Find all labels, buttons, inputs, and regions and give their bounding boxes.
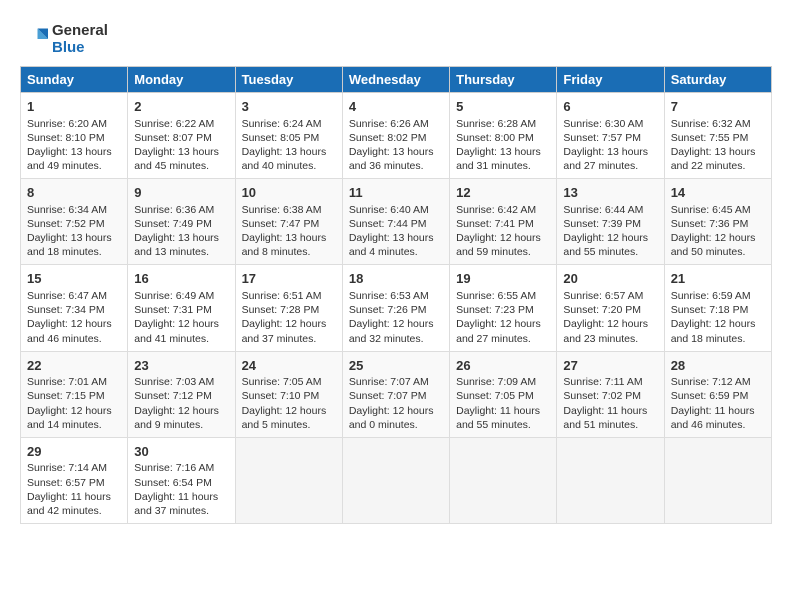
calendar-cell: 18Sunrise: 6:53 AMSunset: 7:26 PMDayligh… xyxy=(342,265,449,351)
calendar-cell: 10Sunrise: 6:38 AMSunset: 7:47 PMDayligh… xyxy=(235,179,342,265)
col-header-friday: Friday xyxy=(557,67,664,93)
day-number: 21 xyxy=(671,270,765,288)
calendar-cell: 26Sunrise: 7:09 AMSunset: 7:05 PMDayligh… xyxy=(450,351,557,437)
calendar-cell xyxy=(664,437,771,523)
col-header-thursday: Thursday xyxy=(450,67,557,93)
calendar-cell: 11Sunrise: 6:40 AMSunset: 7:44 PMDayligh… xyxy=(342,179,449,265)
day-number: 9 xyxy=(134,184,228,202)
day-number: 12 xyxy=(456,184,550,202)
calendar-cell: 22Sunrise: 7:01 AMSunset: 7:15 PMDayligh… xyxy=(21,351,128,437)
calendar-cell: 16Sunrise: 6:49 AMSunset: 7:31 PMDayligh… xyxy=(128,265,235,351)
day-number: 19 xyxy=(456,270,550,288)
day-number: 10 xyxy=(242,184,336,202)
header-row: SundayMondayTuesdayWednesdayThursdayFrid… xyxy=(21,67,772,93)
logo: General Blue xyxy=(20,22,108,56)
calendar-cell: 5Sunrise: 6:28 AMSunset: 8:00 PMDaylight… xyxy=(450,93,557,179)
calendar-cell: 20Sunrise: 6:57 AMSunset: 7:20 PMDayligh… xyxy=(557,265,664,351)
calendar-cell: 23Sunrise: 7:03 AMSunset: 7:12 PMDayligh… xyxy=(128,351,235,437)
calendar-cell xyxy=(557,437,664,523)
calendar-cell: 9Sunrise: 6:36 AMSunset: 7:49 PMDaylight… xyxy=(128,179,235,265)
day-number: 11 xyxy=(349,184,443,202)
day-number: 26 xyxy=(456,357,550,375)
day-number: 28 xyxy=(671,357,765,375)
day-number: 29 xyxy=(27,443,121,461)
calendar-cell: 27Sunrise: 7:11 AMSunset: 7:02 PMDayligh… xyxy=(557,351,664,437)
calendar-cell: 2Sunrise: 6:22 AMSunset: 8:07 PMDaylight… xyxy=(128,93,235,179)
calendar-table: SundayMondayTuesdayWednesdayThursdayFrid… xyxy=(20,66,772,524)
calendar-cell: 14Sunrise: 6:45 AMSunset: 7:36 PMDayligh… xyxy=(664,179,771,265)
day-number: 7 xyxy=(671,98,765,116)
calendar-cell: 13Sunrise: 6:44 AMSunset: 7:39 PMDayligh… xyxy=(557,179,664,265)
day-number: 22 xyxy=(27,357,121,375)
day-number: 25 xyxy=(349,357,443,375)
calendar-cell: 30Sunrise: 7:16 AMSunset: 6:54 PMDayligh… xyxy=(128,437,235,523)
calendar-cell: 4Sunrise: 6:26 AMSunset: 8:02 PMDaylight… xyxy=(342,93,449,179)
calendar-cell: 1Sunrise: 6:20 AMSunset: 8:10 PMDaylight… xyxy=(21,93,128,179)
calendar-cell: 8Sunrise: 6:34 AMSunset: 7:52 PMDaylight… xyxy=(21,179,128,265)
calendar-cell: 6Sunrise: 6:30 AMSunset: 7:57 PMDaylight… xyxy=(557,93,664,179)
day-number: 23 xyxy=(134,357,228,375)
calendar-cell: 29Sunrise: 7:14 AMSunset: 6:57 PMDayligh… xyxy=(21,437,128,523)
day-number: 15 xyxy=(27,270,121,288)
calendar-cell xyxy=(450,437,557,523)
day-number: 14 xyxy=(671,184,765,202)
calendar-cell xyxy=(342,437,449,523)
logo-icon xyxy=(20,25,48,53)
day-number: 5 xyxy=(456,98,550,116)
day-number: 3 xyxy=(242,98,336,116)
day-number: 2 xyxy=(134,98,228,116)
calendar-cell: 25Sunrise: 7:07 AMSunset: 7:07 PMDayligh… xyxy=(342,351,449,437)
logo-text: General Blue xyxy=(52,22,108,56)
col-header-monday: Monday xyxy=(128,67,235,93)
calendar-cell: 19Sunrise: 6:55 AMSunset: 7:23 PMDayligh… xyxy=(450,265,557,351)
day-number: 17 xyxy=(242,270,336,288)
calendar-cell: 17Sunrise: 6:51 AMSunset: 7:28 PMDayligh… xyxy=(235,265,342,351)
day-number: 8 xyxy=(27,184,121,202)
day-number: 6 xyxy=(563,98,657,116)
day-number: 13 xyxy=(563,184,657,202)
day-number: 20 xyxy=(563,270,657,288)
calendar-cell: 21Sunrise: 6:59 AMSunset: 7:18 PMDayligh… xyxy=(664,265,771,351)
calendar-cell: 15Sunrise: 6:47 AMSunset: 7:34 PMDayligh… xyxy=(21,265,128,351)
calendar-cell: 7Sunrise: 6:32 AMSunset: 7:55 PMDaylight… xyxy=(664,93,771,179)
day-number: 4 xyxy=(349,98,443,116)
day-number: 27 xyxy=(563,357,657,375)
calendar-cell: 24Sunrise: 7:05 AMSunset: 7:10 PMDayligh… xyxy=(235,351,342,437)
col-header-wednesday: Wednesday xyxy=(342,67,449,93)
calendar-cell: 12Sunrise: 6:42 AMSunset: 7:41 PMDayligh… xyxy=(450,179,557,265)
col-header-saturday: Saturday xyxy=(664,67,771,93)
page: General Blue SundayMondayTuesdayWednesda… xyxy=(0,0,792,534)
day-number: 24 xyxy=(242,357,336,375)
day-number: 30 xyxy=(134,443,228,461)
col-header-sunday: Sunday xyxy=(21,67,128,93)
calendar-cell: 28Sunrise: 7:12 AMSunset: 6:59 PMDayligh… xyxy=(664,351,771,437)
header: General Blue xyxy=(20,18,772,56)
col-header-tuesday: Tuesday xyxy=(235,67,342,93)
calendar-cell: 3Sunrise: 6:24 AMSunset: 8:05 PMDaylight… xyxy=(235,93,342,179)
day-number: 18 xyxy=(349,270,443,288)
day-number: 16 xyxy=(134,270,228,288)
day-number: 1 xyxy=(27,98,121,116)
calendar-cell xyxy=(235,437,342,523)
